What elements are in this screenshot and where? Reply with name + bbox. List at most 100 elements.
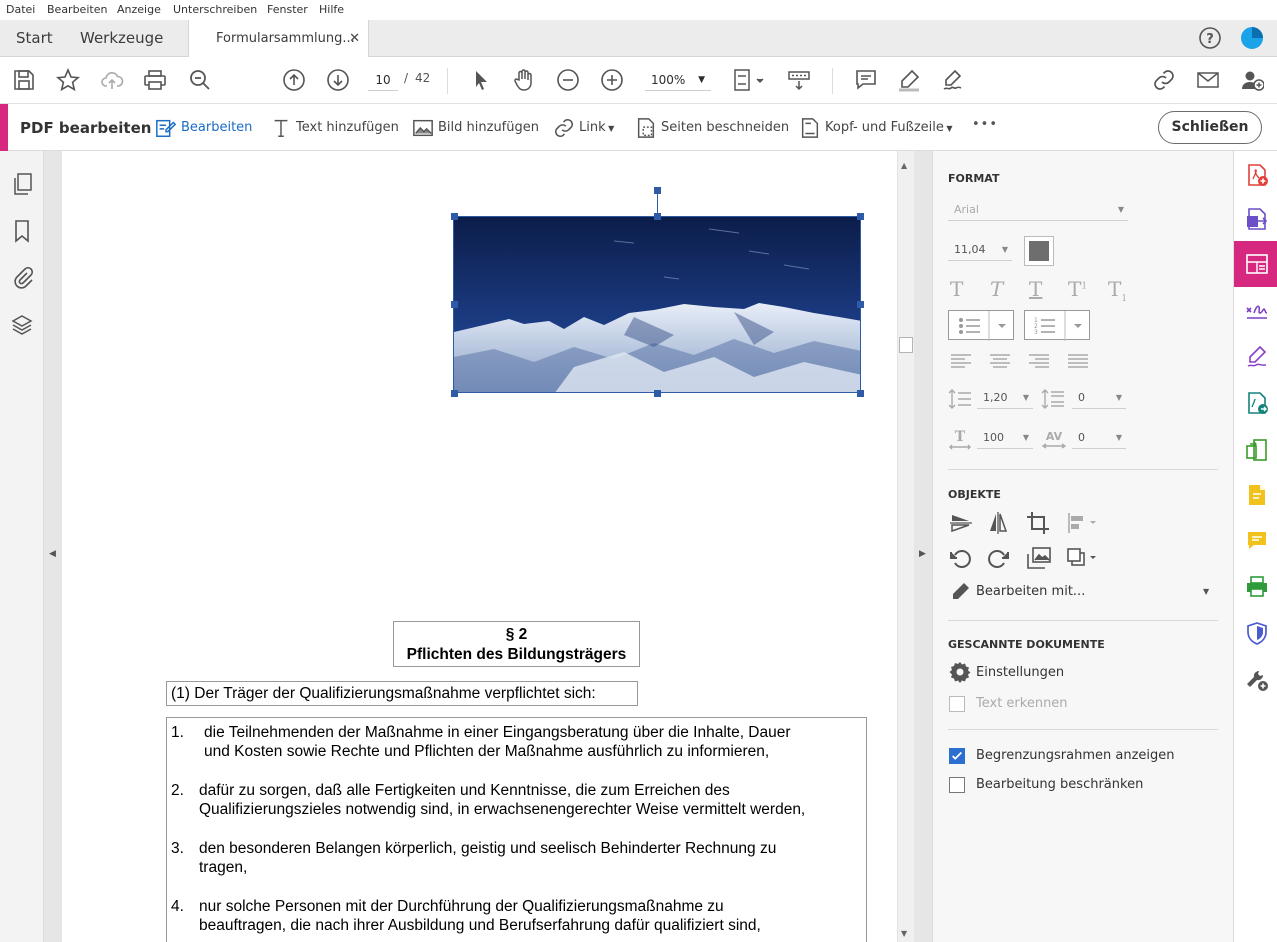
more-options-icon[interactable]: •••	[972, 117, 998, 132]
resize-handle[interactable]	[451, 301, 458, 308]
page-thumbnails-icon[interactable]	[10, 172, 34, 196]
header-footer-button[interactable]: Kopf- und Fußzeile ▼	[799, 116, 953, 140]
link-button[interactable]: Link ▼	[553, 116, 614, 140]
edit-button[interactable]: Bearbeiten	[155, 116, 252, 140]
superscript-icon[interactable]: T1	[1068, 277, 1087, 301]
scroll-down-icon[interactable]: ▼	[901, 929, 907, 938]
left-panel-collapse[interactable]: ◀	[44, 151, 62, 942]
attachments-icon[interactable]	[10, 265, 34, 289]
tab-tools[interactable]: Werkzeuge	[80, 20, 163, 57]
previous-page-icon[interactable]	[282, 68, 306, 92]
text-style-underline-icon[interactable]: T	[1029, 277, 1042, 301]
replace-image-icon[interactable]	[1026, 546, 1052, 570]
settings-label[interactable]: Einstellungen	[976, 665, 1064, 680]
crop-pages-button[interactable]: Seiten beschneiden	[635, 116, 789, 140]
save-icon[interactable]	[12, 68, 36, 92]
share-link-icon[interactable]	[1152, 68, 1176, 92]
align-right-icon[interactable]	[1028, 353, 1050, 369]
align-justify-icon[interactable]	[1067, 353, 1089, 369]
intro-text-box[interactable]: (1) Der Träger der Qualifizierungsmaßnah…	[166, 681, 638, 706]
scroll-mode-icon[interactable]	[787, 68, 811, 92]
menu-bearbeiten[interactable]: Bearbeiten	[47, 3, 107, 16]
page-number-input[interactable]: 10	[368, 69, 398, 91]
comment-file-icon[interactable]	[1245, 483, 1269, 507]
menu-hilfe[interactable]: Hilfe	[319, 3, 344, 16]
next-page-icon[interactable]	[326, 68, 350, 92]
crop-icon[interactable]	[1026, 511, 1050, 535]
add-user-icon[interactable]	[1240, 68, 1264, 92]
resize-handle[interactable]	[857, 301, 864, 308]
tab-start[interactable]: Start	[16, 20, 53, 57]
restrict-editing-checkbox[interactable]	[949, 777, 965, 793]
right-panel-collapse[interactable]: ▶	[914, 151, 932, 942]
layers-icon[interactable]	[10, 313, 34, 337]
sign-pen-icon[interactable]	[941, 68, 965, 92]
menu-datei[interactable]: Datei	[6, 3, 35, 16]
comment-icon[interactable]	[854, 68, 878, 92]
help-icon[interactable]: ?	[1198, 26, 1222, 50]
paragraph-spacing-select[interactable]: 0 ▼	[1072, 387, 1126, 409]
search-zoom-icon[interactable]	[188, 68, 212, 92]
page-fit-icon[interactable]	[732, 68, 766, 92]
add-image-button[interactable]: Bild hinzufügen	[412, 116, 539, 140]
more-tools-icon[interactable]	[1245, 668, 1269, 692]
resize-handle[interactable]	[857, 213, 864, 220]
chevron-down-icon[interactable]: ▼	[1203, 587, 1209, 596]
tab-document[interactable]: Formularsammlung... ✕	[188, 20, 369, 58]
recognize-text-checkbox[interactable]	[949, 696, 965, 712]
tab-close-icon[interactable]: ✕	[349, 20, 360, 57]
protect-shield-icon[interactable]	[1245, 621, 1269, 645]
text-style-regular-icon[interactable]: T	[950, 277, 963, 301]
sign-icon[interactable]	[1245, 345, 1269, 369]
highlight-pen-icon[interactable]	[897, 68, 921, 92]
document-scrollbar[interactable]: ▲ ▼	[897, 151, 914, 942]
select-cursor-icon[interactable]	[469, 68, 493, 92]
flip-vertical-icon[interactable]	[949, 511, 973, 535]
menu-unterschreiben[interactable]: Unterschreiben	[173, 3, 257, 16]
resize-handle[interactable]	[451, 213, 458, 220]
cloud-upload-icon[interactable]	[100, 68, 124, 92]
menu-fenster[interactable]: Fenster	[267, 3, 308, 16]
align-center-icon[interactable]	[989, 353, 1011, 369]
text-style-italic-icon[interactable]: T	[990, 277, 1003, 301]
show-bounding-box-checkbox[interactable]	[949, 748, 965, 764]
bullet-list-button[interactable]	[948, 310, 1014, 341]
document-page[interactable]: § 2 Pflichten des Bildungsträgers (1) De…	[62, 151, 897, 942]
bookmarks-icon[interactable]	[10, 219, 34, 243]
zoom-in-icon[interactable]	[600, 68, 624, 92]
edit-with-label[interactable]: Bearbeiten mit...	[976, 584, 1085, 599]
organize-pages-icon[interactable]	[1245, 438, 1269, 462]
zoom-select[interactable]: 100% ▼	[645, 69, 711, 91]
send-for-signature-icon[interactable]	[1245, 391, 1269, 415]
obligations-list-box[interactable]: 1. die Teilnehmenden der Maßnahme in ein…	[166, 717, 867, 942]
hand-tool-icon[interactable]	[512, 68, 536, 92]
resize-handle[interactable]	[654, 213, 661, 220]
subscript-icon[interactable]: T1	[1108, 277, 1127, 304]
rotate-right-icon[interactable]	[986, 546, 1010, 570]
align-objects-icon[interactable]	[1066, 511, 1100, 535]
zoom-out-icon[interactable]	[556, 68, 580, 92]
print-icon[interactable]	[143, 68, 167, 92]
export-pdf-icon[interactable]	[1245, 207, 1269, 231]
font-size-select[interactable]: 11,04 ▼	[948, 239, 1012, 261]
menu-anzeige[interactable]: Anzeige	[117, 3, 161, 16]
rotate-left-icon[interactable]	[949, 546, 973, 570]
scroll-thumb[interactable]	[899, 337, 913, 353]
comment-icon-tool[interactable]	[1245, 529, 1269, 553]
close-edit-button[interactable]: Schließen	[1158, 111, 1262, 144]
horizontal-scale-select[interactable]: 100 ▼	[977, 427, 1033, 449]
email-icon[interactable]	[1196, 68, 1220, 92]
account-avatar-icon[interactable]	[1240, 26, 1264, 50]
print-production-icon[interactable]	[1245, 575, 1269, 599]
create-pdf-icon[interactable]	[1245, 163, 1269, 187]
mountain-image[interactable]	[453, 216, 861, 393]
align-left-icon[interactable]	[950, 353, 972, 369]
fill-sign-icon[interactable]	[1245, 299, 1269, 323]
line-spacing-select[interactable]: 1,20 ▼	[977, 387, 1033, 409]
flip-horizontal-icon[interactable]	[986, 511, 1010, 535]
add-text-button[interactable]: Text hinzufügen	[270, 116, 399, 140]
resize-handle[interactable]	[451, 390, 458, 397]
numbered-list-button[interactable]: 123	[1024, 310, 1090, 341]
scroll-up-icon[interactable]: ▲	[901, 161, 907, 170]
rotate-handle[interactable]	[654, 187, 661, 194]
